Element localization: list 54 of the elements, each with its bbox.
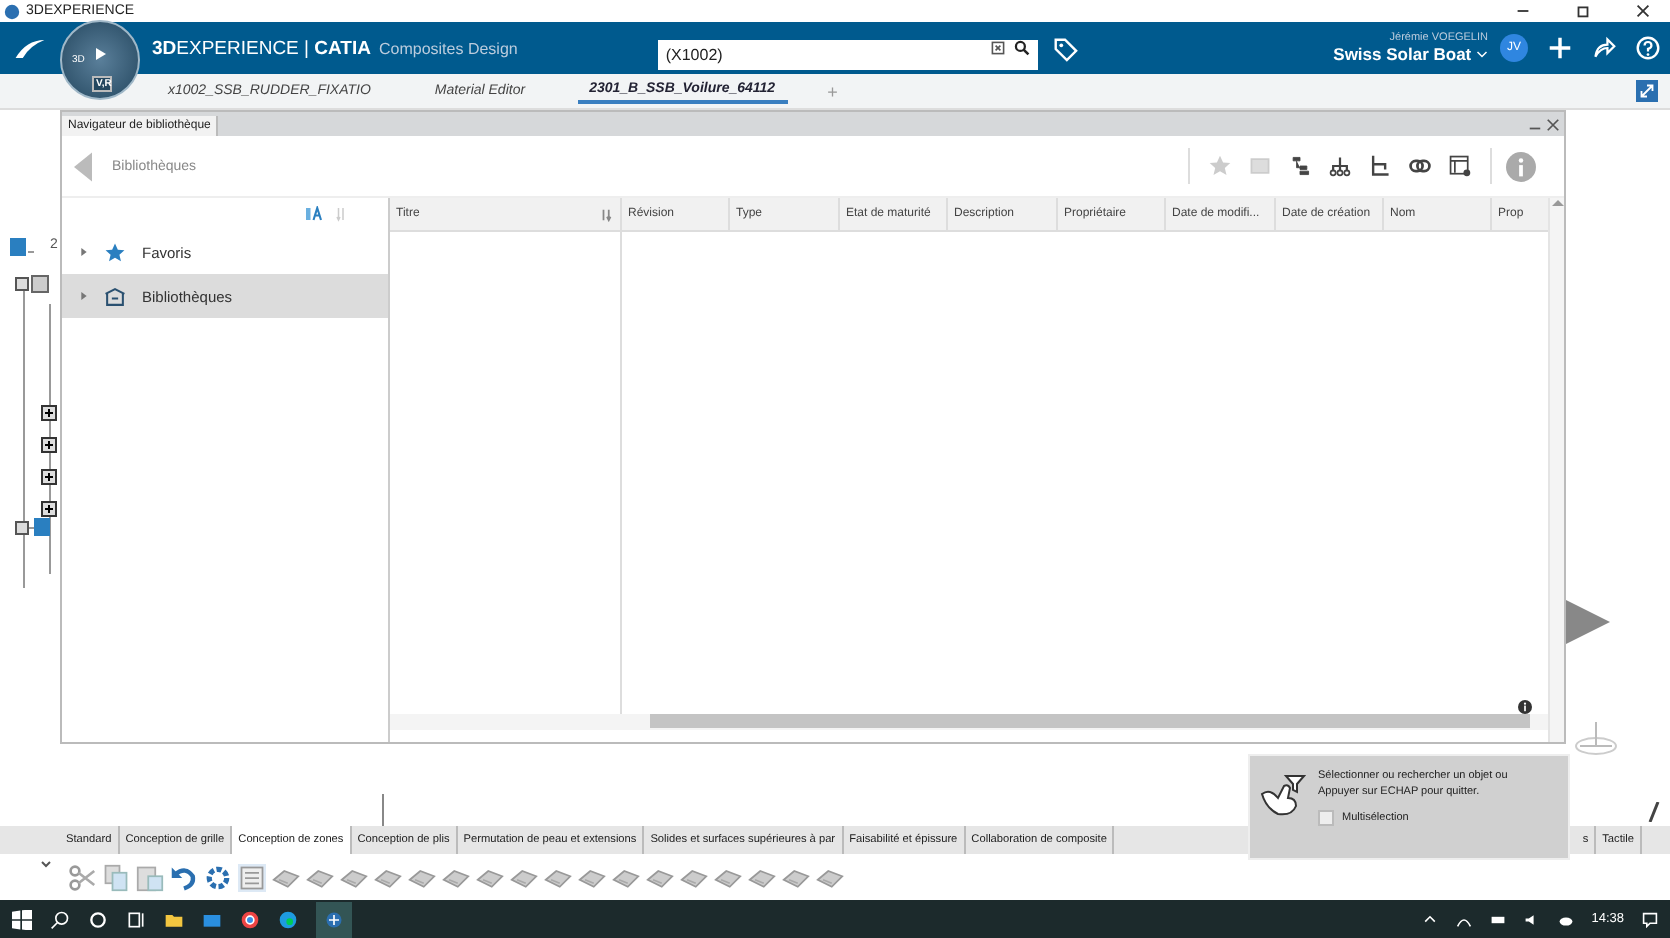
plus-icon[interactable] — [1548, 36, 1572, 60]
library-icon — [104, 285, 126, 307]
next-arrow-icon[interactable] — [1566, 600, 1610, 644]
task-view-icon[interactable] — [126, 909, 146, 929]
table-settings-icon[interactable] — [1448, 154, 1472, 178]
brand-title: 3DEXPERIENCE | CATIA — [152, 37, 371, 59]
chevron-up-icon[interactable] — [1421, 911, 1438, 927]
checkbox[interactable] — [1318, 810, 1334, 826]
chevron-down-icon[interactable] — [1476, 50, 1488, 60]
collapse-icon[interactable] — [1636, 80, 1658, 102]
restore-icon[interactable] — [1574, 2, 1592, 20]
search-field[interactable]: (X1002) — [657, 39, 1038, 69]
play-icon[interactable] — [90, 44, 110, 64]
help-icon[interactable] — [1636, 36, 1660, 60]
sort-icon[interactable] — [600, 208, 614, 222]
notification-icon[interactable] — [1642, 911, 1658, 927]
structure-icon[interactable] — [1368, 154, 1392, 178]
volume-icon[interactable] — [1523, 911, 1540, 927]
battery-icon[interactable] — [1489, 911, 1506, 927]
compass-drawing — [1572, 718, 1620, 758]
expand-arrow-icon[interactable] — [80, 292, 88, 300]
search-icon[interactable] — [1013, 40, 1030, 56]
scroll-up-icon[interactable] — [1551, 198, 1563, 206]
expand-icon[interactable] — [40, 860, 52, 868]
mail-icon[interactable] — [202, 909, 222, 929]
hierarchy-icon[interactable] — [1328, 154, 1352, 178]
list-icon[interactable] — [238, 863, 266, 891]
hand-filter-icon — [1258, 774, 1306, 818]
app-icon[interactable] — [316, 901, 352, 937]
folder-icon[interactable] — [164, 909, 184, 929]
gear-icon[interactable] — [204, 863, 232, 891]
sort-alpha-icon[interactable] — [306, 206, 324, 222]
tag-icon[interactable] — [1051, 35, 1078, 61]
undo-icon[interactable] — [170, 863, 198, 891]
search-icon[interactable] — [50, 909, 70, 929]
ds-logo-icon[interactable] — [12, 35, 48, 61]
start-icon[interactable] — [12, 909, 32, 929]
share-icon[interactable] — [1592, 36, 1616, 60]
expand-arrow-icon[interactable] — [80, 248, 88, 256]
cursor-icon — [1648, 802, 1660, 822]
app-icon — [4, 3, 20, 19]
close-icon[interactable] — [1634, 2, 1652, 20]
scissors-icon[interactable] — [68, 863, 96, 891]
star-icon — [104, 241, 126, 263]
app-name: Composites Design — [378, 39, 518, 57]
info-icon[interactable] — [1518, 700, 1532, 714]
collab-space-menu[interactable]: Swiss Solar Boat — [1333, 44, 1488, 64]
star-icon[interactable] — [1208, 154, 1232, 178]
browser-icon[interactable] — [240, 909, 260, 929]
clear-icon[interactable] — [989, 40, 1006, 56]
tree-icon[interactable] — [1288, 154, 1312, 178]
scrollbar-thumb[interactable] — [650, 714, 1530, 728]
close-icon[interactable] — [1546, 118, 1560, 132]
link-icon[interactable] — [1408, 154, 1432, 178]
